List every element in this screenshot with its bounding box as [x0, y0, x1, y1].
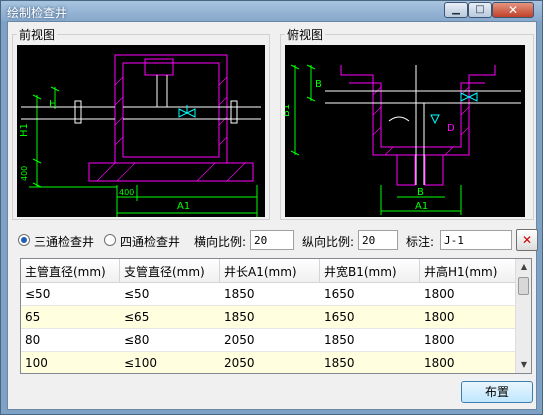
scroll-thumb[interactable]: [518, 277, 529, 295]
dim-a1-label: A1: [177, 201, 190, 212]
column-header[interactable]: 井高H1(mm): [420, 259, 516, 283]
maximize-button[interactable]: □: [468, 2, 492, 18]
v-scale-input[interactable]: 20: [358, 230, 398, 250]
column-header[interactable]: 井宽B1(mm): [320, 259, 420, 283]
scroll-up-icon[interactable]: ▲: [516, 259, 531, 275]
radio-three-way-label[interactable]: 三通检查井: [34, 233, 94, 250]
table-header: 主管直径(mm) 支管直径(mm) 井长A1(mm) 井宽B1(mm) 井高H1…: [21, 259, 516, 283]
column-header[interactable]: 主管直径(mm): [21, 259, 120, 283]
table-cell: 1800: [424, 287, 455, 301]
table-row[interactable]: 80 ≤80 2050 1850 1800: [21, 329, 516, 352]
h-scale-input[interactable]: 20: [250, 230, 294, 250]
table-cell: ≤50: [25, 287, 51, 301]
table-cell: 1850: [224, 310, 255, 324]
dim-h1-label: H1: [19, 123, 30, 137]
table-cell: 1850: [224, 287, 255, 301]
table-row[interactable]: 100 ≤100 2050 1850 1800: [21, 352, 516, 373]
table-cell: ≤50: [124, 287, 150, 301]
table-scrollbar[interactable]: ▲ ▼: [515, 259, 531, 373]
table-cell: 1650: [324, 310, 355, 324]
dialog-client: 前视图 H H1 400 400 A1 俯视图 B B1 D B A1 三通检查…: [7, 21, 538, 410]
front-view-group: 前视图 H H1 400 400 A1: [12, 26, 270, 220]
table-cell: 1800: [424, 356, 455, 370]
v-scale-label: 纵向比例:: [302, 235, 355, 249]
note-label: 标注:: [406, 235, 435, 249]
top-view-group: 俯视图 B B1 D B A1: [280, 26, 534, 220]
h-scale-label: 横向比例:: [194, 235, 247, 249]
minimize-button[interactable]: ▁: [444, 2, 468, 18]
scroll-down-icon[interactable]: ▼: [516, 357, 531, 373]
top-view-label: 俯视图: [285, 26, 326, 43]
table-cell: 1850: [324, 333, 355, 347]
title-bar: 绘制检查井 ▁ □ ✕: [1, 1, 542, 21]
dim-bottom-b-label: B: [417, 187, 424, 198]
table-cell: ≤100: [124, 356, 157, 370]
table-cell: 65: [25, 310, 41, 324]
front-view-label: 前视图: [17, 26, 58, 43]
front-view-canvas: H H1 400 400 A1: [17, 45, 265, 217]
table-cell: 1800: [424, 333, 455, 347]
column-header[interactable]: 支管直径(mm): [120, 259, 220, 283]
table-cell: ≤80: [124, 333, 150, 347]
table-cell: 2050: [224, 356, 255, 370]
top-view-canvas: B B1 D B A1: [285, 45, 525, 217]
window-title: 绘制检查井: [7, 6, 68, 20]
dim-h-label: H: [49, 99, 57, 110]
table-row[interactable]: 65 ≤65 1850 1650 1800: [21, 306, 516, 329]
table-cell: 2050: [224, 333, 255, 347]
pick-point-icon[interactable]: ✕: [516, 229, 538, 251]
table-cell: 1800: [424, 310, 455, 324]
radio-four-way-label[interactable]: 四通检查井: [120, 233, 180, 250]
note-input[interactable]: J-1: [440, 230, 512, 250]
radio-three-way[interactable]: [18, 234, 30, 246]
dim-b-label: B: [315, 79, 322, 90]
table-row[interactable]: ≤50 ≤50 1850 1650 1800: [21, 283, 516, 306]
table-cell: ≤65: [124, 310, 150, 324]
table-cell: 1650: [324, 287, 355, 301]
dim-400-v-label: 400: [20, 166, 29, 181]
table-cell: 80: [25, 333, 41, 347]
dim-400-h-label: 400: [119, 188, 134, 197]
place-button[interactable]: 布置: [461, 381, 533, 403]
radio-four-way[interactable]: [104, 234, 116, 246]
dialog-window: 绘制检查井 ▁ □ ✕ 前视图 H H1 400 400 A1 俯视图 B B1…: [0, 0, 543, 415]
dim-b1-label: B1: [285, 104, 292, 117]
dim-bottom-a1-label: A1: [415, 201, 428, 212]
options-row: 三通检查井 四通检查井 横向比例: 20 纵向比例: 20 标注: J-1 ✕: [18, 229, 538, 252]
table-cell: 1850: [324, 356, 355, 370]
spec-table: 主管直径(mm) 支管直径(mm) 井长A1(mm) 井宽B1(mm) 井高H1…: [20, 258, 532, 374]
close-button[interactable]: ✕: [492, 2, 534, 18]
dim-d-label: D: [447, 123, 455, 134]
table-cell: 100: [25, 356, 48, 370]
column-header[interactable]: 井长A1(mm): [220, 259, 320, 283]
